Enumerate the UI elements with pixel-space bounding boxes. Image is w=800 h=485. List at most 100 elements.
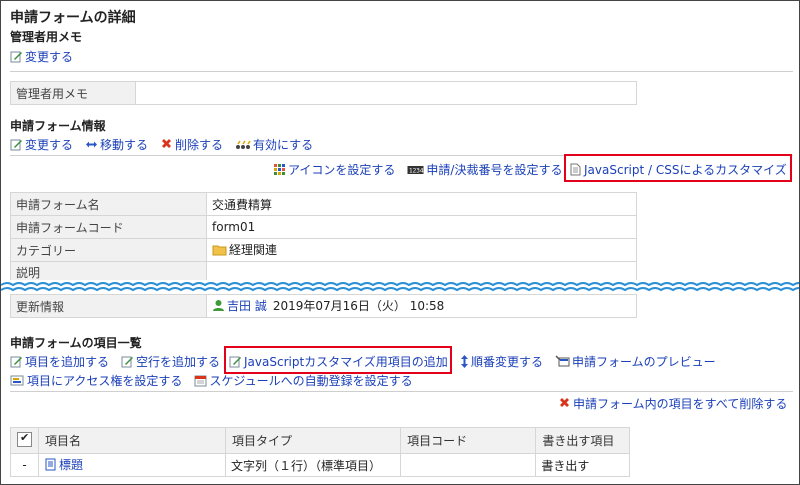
table-row: - 標題 文字列（１行）（標準項目） 書き出す — [10, 453, 630, 477]
admin-memo-field-value — [135, 81, 637, 105]
calendar-icon — [194, 375, 207, 387]
column-header: 項目名 — [37, 427, 227, 454]
delete-button[interactable]: 削除する — [160, 136, 223, 153]
enable-icon — [236, 140, 251, 149]
js-css-customize-label: JavaScript / CSSによるカスタマイズ — [584, 163, 787, 177]
page-title: 申請フォームの詳細 — [10, 10, 136, 26]
add-blank-row-button[interactable]: 空行を追加する — [121, 353, 220, 370]
delete-all-items-label: 申請フォーム内の項目をすべて削除する — [573, 397, 788, 411]
set-access-label: 項目にアクセス権を設定する — [27, 374, 183, 388]
form-code-value: form01 — [206, 215, 637, 239]
preview-label: 申請フォームのプレビュー — [572, 355, 716, 369]
number-icon: 1234 — [407, 166, 424, 175]
edit-icon — [10, 51, 22, 63]
svg-text:1234: 1234 — [409, 168, 424, 175]
edit-button[interactable]: 変更する — [10, 136, 73, 153]
add-js-item-button[interactable]: JavaScriptカスタマイズ用項目の追加 — [229, 353, 448, 370]
item-type: 文字列（１行）（標準項目） — [225, 453, 402, 477]
enable-button[interactable]: 有効にする — [235, 136, 313, 153]
form-info-actions: 変更する 移動する 削除する 有効にする — [10, 136, 313, 153]
edit-icon — [10, 139, 22, 151]
delete-all-items-button[interactable]: 申請フォーム内の項目をすべて削除する — [558, 395, 787, 412]
admin-memo-heading: 管理者用メモ — [10, 30, 83, 44]
form-info-row: 説明 — [10, 261, 637, 282]
form-info-row: カテゴリー 経理関連 — [10, 238, 637, 262]
enable-label: 有効にする — [253, 138, 314, 152]
delete-label: 削除する — [175, 138, 224, 152]
category-value: 経理関連 — [229, 243, 278, 257]
item-list-heading: 申請フォームの項目一覧 — [10, 336, 142, 350]
set-icon-label: アイコンを設定する — [288, 163, 396, 177]
item-list-actions-2: 項目にアクセス権を設定する スケジュールへの自動登録を設定する — [10, 372, 413, 389]
updown-icon — [461, 355, 468, 368]
form-info-sub-actions: アイコンを設定する 1234 申請/決裁番号を設定する — [273, 161, 562, 178]
add-blank-row-label: 空行を追加する — [136, 355, 221, 369]
updated-datetime: 2019年07月16日（火） 10:58 — [272, 299, 445, 313]
grid-icon — [274, 164, 285, 175]
document-icon — [45, 458, 56, 471]
schedule-register-button[interactable]: スケジュールへの自動登録を設定する — [194, 372, 413, 389]
delete-icon — [560, 398, 569, 407]
item-name-link[interactable]: 標題 — [59, 456, 83, 473]
move-label: 移動する — [100, 138, 149, 152]
item-export: 書き出す — [535, 453, 630, 477]
admin-memo-edit-button[interactable]: 変更する — [10, 48, 73, 65]
items-header-row: 項目名 項目タイプ 項目コード 書き出す項目 — [10, 427, 630, 454]
move-button[interactable]: 移動する — [85, 136, 148, 153]
description-value — [206, 261, 637, 282]
document-icon — [570, 163, 581, 176]
admin-memo-table: 管理者用メモ — [10, 81, 637, 105]
js-css-customize-link[interactable]: JavaScript / CSSによるカスタマイズ — [569, 161, 787, 178]
form-name-label: 申請フォーム名 — [10, 192, 207, 216]
column-header: 項目コード — [400, 427, 537, 454]
delete-icon — [162, 139, 172, 148]
reorder-button[interactable]: 順番変更する — [460, 353, 543, 370]
select-all-checkbox[interactable] — [17, 431, 32, 447]
form-info-row: 更新情報 吉田 誠 2019年07月16日（火） 10:58 — [10, 294, 637, 318]
access-icon — [10, 375, 24, 386]
divider — [10, 71, 793, 72]
edit-label: 変更する — [25, 138, 74, 152]
preview-icon — [555, 355, 570, 367]
admin-memo-edit-label: 変更する — [25, 50, 74, 64]
admin-memo-field-label: 管理者用メモ — [10, 81, 136, 105]
form-info-table: 申請フォーム名 交通費精算 申請フォームコード form01 カテゴリー 経理関… — [10, 192, 637, 282]
wave-separator — [1, 280, 799, 294]
form-info-heading: 申請フォーム情報 — [10, 119, 106, 133]
add-item-label: 項目を追加する — [25, 355, 110, 369]
page-frame: 申請フォームの詳細 管理者用メモ 変更する 管理者用メモ 申請フォーム情報 変更… — [0, 0, 800, 485]
add-js-item-label: JavaScriptカスタマイズ用項目の追加 — [244, 355, 448, 369]
select-all-cell — [10, 427, 39, 454]
item-list-actions: 項目を追加する 空行を追加する — [10, 353, 220, 370]
edit-icon — [10, 356, 22, 368]
preview-button[interactable]: 申請フォームのプレビュー — [555, 353, 716, 370]
updated-label: 更新情報 — [10, 294, 207, 318]
form-code-label: 申請フォームコード — [10, 215, 207, 239]
user-icon — [213, 300, 224, 311]
set-access-button[interactable]: 項目にアクセス権を設定する — [10, 372, 182, 389]
set-icon-button[interactable]: アイコンを設定する — [273, 161, 395, 178]
add-item-button[interactable]: 項目を追加する — [10, 353, 109, 370]
column-header: 項目タイプ — [225, 427, 402, 454]
edit-icon — [229, 356, 241, 368]
form-info-row: 申請フォーム名 交通費精算 — [10, 192, 637, 216]
set-number-button[interactable]: 1234 申請/決裁番号を設定する — [407, 161, 562, 178]
edit-icon — [121, 356, 134, 368]
column-header: 書き出す項目 — [535, 427, 630, 454]
row-mark: - — [10, 453, 39, 477]
form-info-row: 申請フォームコード form01 — [10, 215, 637, 239]
description-label: 説明 — [10, 261, 207, 282]
item-code — [400, 453, 537, 477]
updated-user-link[interactable]: 吉田 誠 — [227, 297, 267, 314]
items-table: 項目名 項目タイプ 項目コード 書き出す項目 - 標題 文字列（１行）（標準項目… — [10, 427, 630, 477]
move-icon — [86, 141, 98, 148]
folder-icon — [212, 245, 227, 256]
category-value-cell: 経理関連 — [206, 238, 637, 262]
updated-value-cell: 吉田 誠 2019年07月16日（火） 10:58 — [206, 294, 637, 318]
form-name-value: 交通費精算 — [206, 192, 637, 216]
divider — [10, 391, 793, 392]
category-label: カテゴリー — [10, 238, 207, 262]
set-number-label: 申請/決裁番号を設定する — [426, 163, 563, 177]
reorder-label: 順番変更する — [471, 355, 544, 369]
updated-table: 更新情報 吉田 誠 2019年07月16日（火） 10:58 — [10, 294, 637, 318]
